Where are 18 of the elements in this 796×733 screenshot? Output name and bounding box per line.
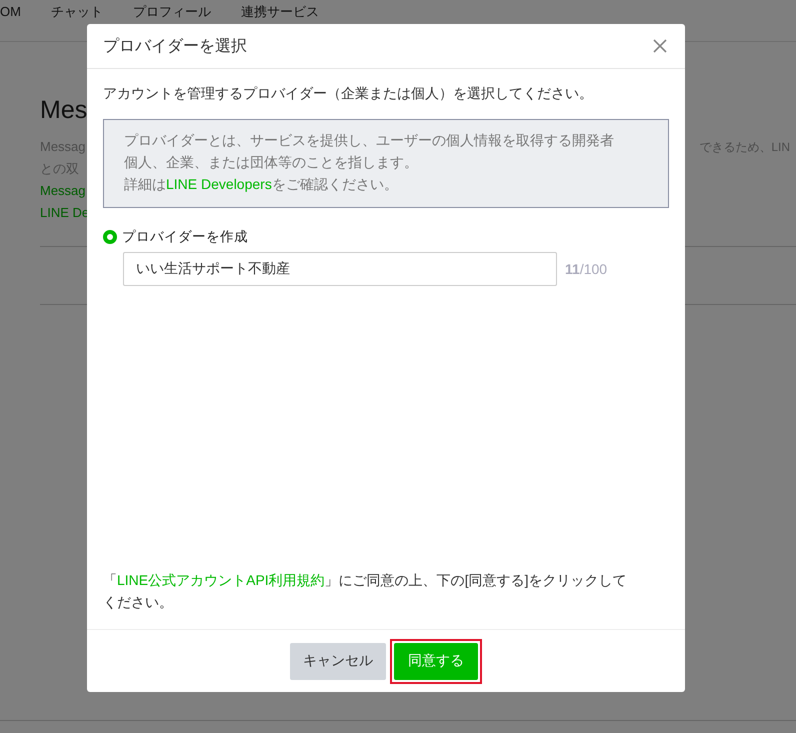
info-detail-text: 詳細はLINE Developersをご確認ください。 [124, 175, 399, 194]
radio-button[interactable] [103, 230, 117, 244]
provider-name-field[interactable]: いい生活サポート不動産 [123, 252, 557, 286]
agree-button[interactable]: 同意する [394, 642, 478, 680]
nav-tab[interactable]: チャット [50, 4, 103, 20]
info-text: プロバイダーとは、サービスを提供し、ユーザーの個人情報を取得する開発者個人、企業、または団体等のことを指します。 [124, 131, 615, 172]
character-counter: 11/100 [565, 261, 608, 277]
option-label[interactable]: プロバイダーを作成 [122, 228, 248, 246]
terms-link[interactable]: LINE公式アカウントAPI利用規約 [117, 572, 325, 588]
nav-tab[interactable]: 連携サービス [240, 4, 319, 20]
cancel-button[interactable]: キャンセル [290, 642, 386, 680]
agreement-text: 「LINE公式アカウントAPI利用規約」にご同意の上、下の[同意する]をクリックしてください。 [103, 571, 628, 612]
page-heading: Mes [40, 95, 88, 126]
nav-tab[interactable]: プロフィール [132, 4, 211, 20]
close-icon[interactable] [653, 39, 667, 53]
intro-text: アカウントを管理するプロバイダー（企業または個人）を選択してください。 [103, 85, 594, 103]
nav-tab[interactable]: OM [0, 4, 21, 20]
dialog-title: プロバイダーを選択 [103, 36, 247, 56]
